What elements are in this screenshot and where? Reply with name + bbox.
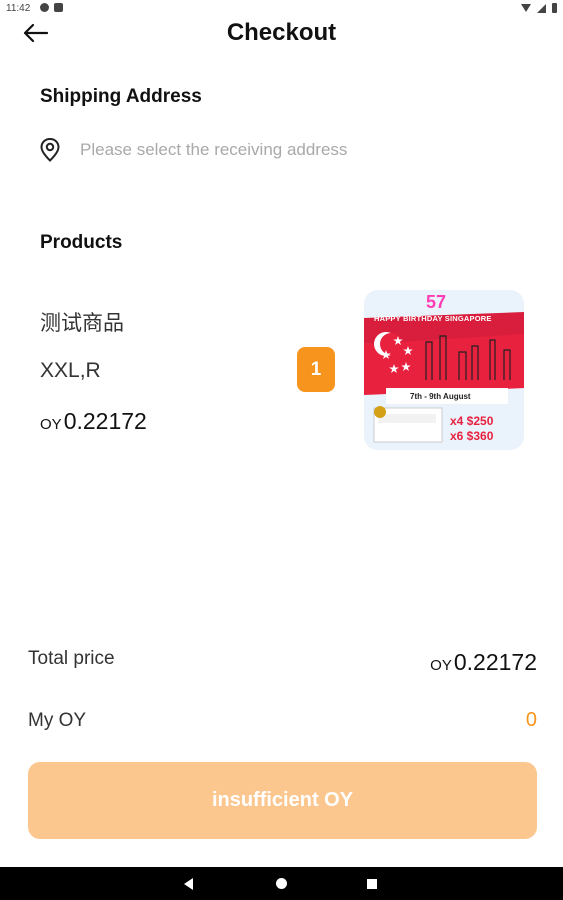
balance-value: 0 bbox=[525, 709, 537, 731]
signal-icon bbox=[537, 3, 546, 13]
back-button[interactable] bbox=[20, 18, 56, 48]
currency-label: OY bbox=[40, 416, 62, 433]
product-price: OY0.22172 bbox=[40, 408, 147, 435]
notification-icon bbox=[40, 3, 49, 12]
status-bar: 11:42 bbox=[0, 0, 563, 18]
page-title: Checkout bbox=[226, 19, 337, 46]
product-spec: XXL,R bbox=[40, 359, 101, 382]
image-date: 7th - 9th August bbox=[410, 392, 471, 401]
total-amount: 0.22172 bbox=[453, 649, 537, 675]
app-header: Checkout bbox=[0, 18, 563, 48]
address-placeholder: Please select the receiving address bbox=[80, 140, 348, 159]
image-subtitle: HAPPY BIRTHDAY SINGAPORE bbox=[374, 314, 492, 323]
wifi-icon bbox=[521, 4, 531, 12]
notification-icon bbox=[54, 3, 63, 12]
balance-label: My OY bbox=[28, 710, 87, 731]
shipping-address-title: Shipping Address bbox=[40, 86, 202, 107]
nav-home-icon[interactable] bbox=[276, 878, 287, 889]
quantity-badge: 1 bbox=[297, 347, 335, 392]
products-title: Products bbox=[40, 232, 123, 253]
status-time: 11:42 bbox=[6, 3, 31, 14]
image-headline: 57 bbox=[426, 292, 447, 312]
nav-recents-icon[interactable] bbox=[367, 879, 377, 889]
product-image: 57 HAPPY BIRTHDAY SINGAPORE 7th - 9th Au… bbox=[364, 290, 524, 450]
currency-label: OY bbox=[430, 657, 452, 674]
battery-icon bbox=[552, 3, 557, 13]
arrow-left-icon bbox=[23, 23, 49, 43]
system-navigation-bar bbox=[0, 867, 563, 900]
select-address-button[interactable]: Please select the receiving address bbox=[38, 135, 347, 165]
total-price-label: Total price bbox=[28, 648, 115, 669]
nav-back-icon[interactable] bbox=[184, 878, 193, 890]
image-deal: x4 $250 bbox=[450, 414, 494, 428]
price-value: 0.22172 bbox=[63, 408, 147, 434]
location-pin-icon bbox=[40, 137, 60, 162]
total-price-value: OY0.22172 bbox=[430, 649, 537, 676]
insufficient-oy-button[interactable]: insufficient OY bbox=[28, 762, 537, 839]
image-deal: x6 $360 bbox=[450, 429, 494, 443]
product-name: 测试商品 bbox=[40, 312, 124, 335]
